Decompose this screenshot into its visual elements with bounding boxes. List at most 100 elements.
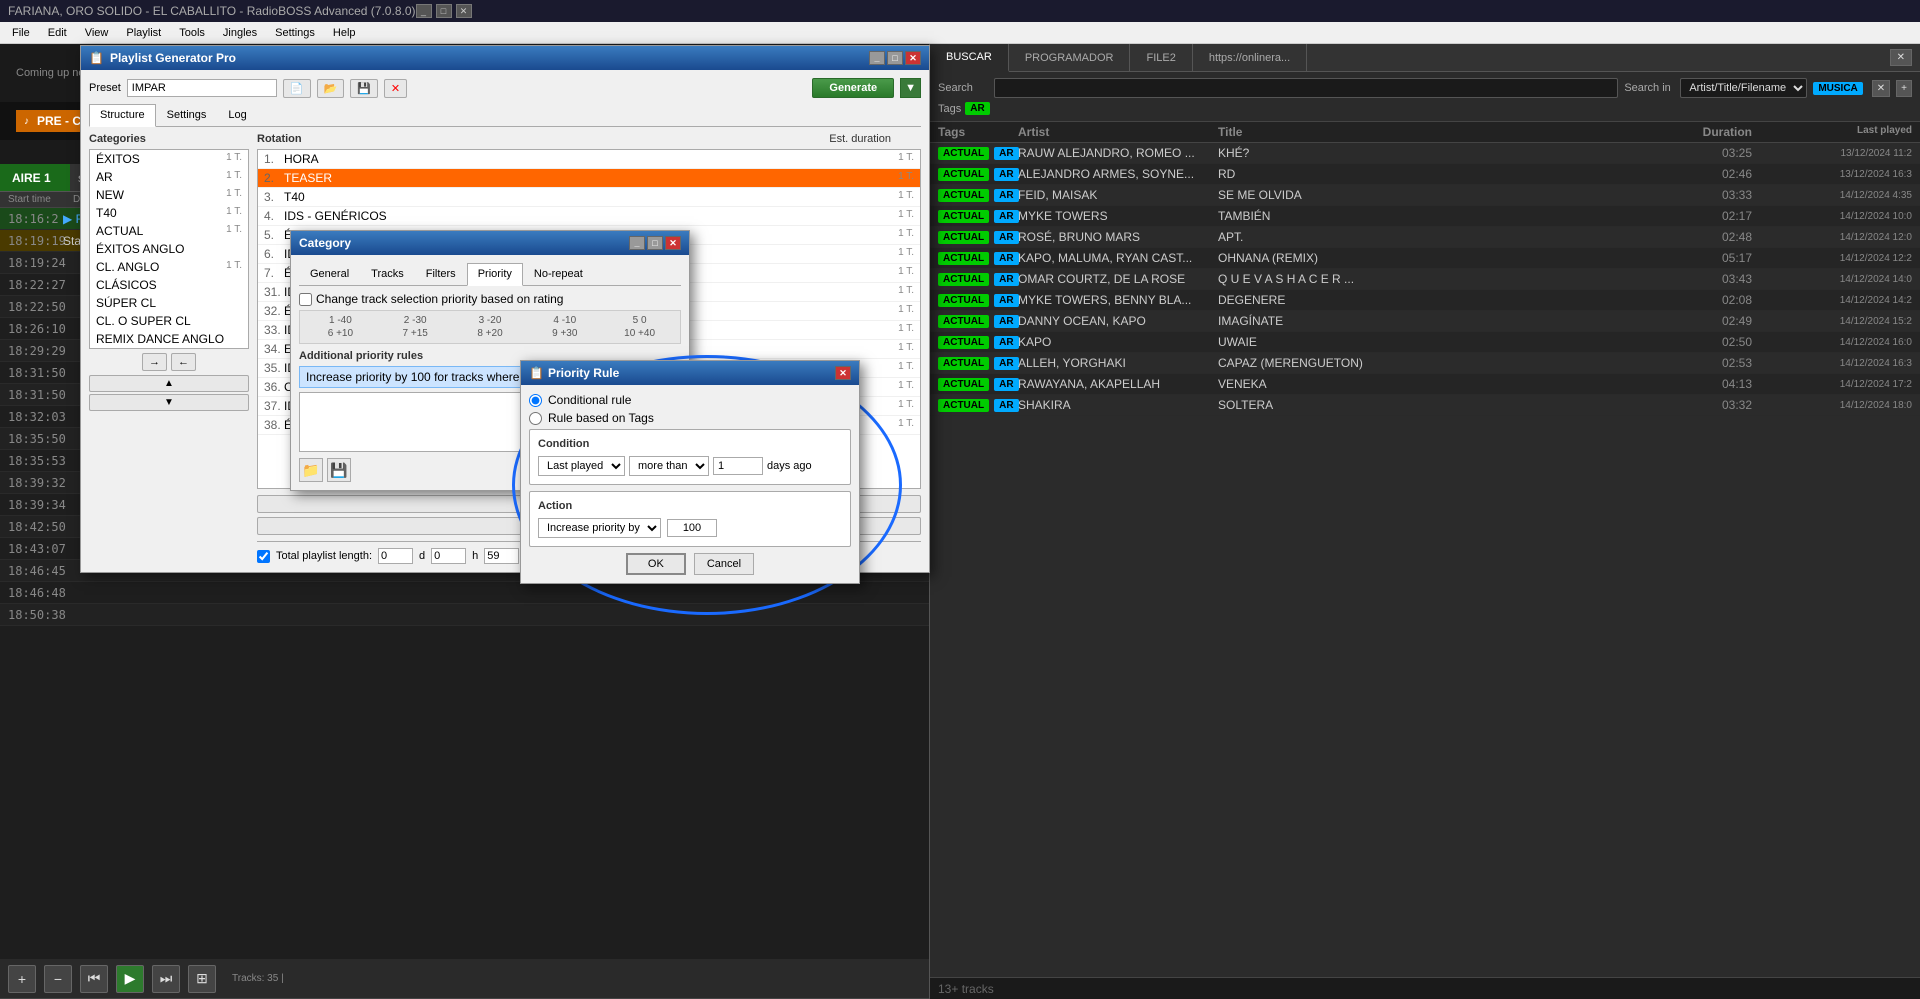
delete-preset-btn[interactable]: ✕ — [384, 79, 407, 98]
save-preset-btn[interactable]: 💾 — [350, 79, 378, 98]
menu-help[interactable]: Help — [325, 25, 364, 41]
tag-ar[interactable]: AR — [965, 102, 989, 115]
cat-remove-btn[interactable]: ← — [171, 353, 196, 371]
condition-field-select[interactable]: Last played — [538, 456, 625, 476]
duration-min-input[interactable] — [484, 548, 519, 564]
preset-input[interactable] — [127, 79, 277, 97]
cat-folder-btn[interactable]: 📁 — [299, 458, 323, 482]
track-row[interactable]: ACTUAL AR KAPO UWAIE 02:50 14/12/2024 16… — [930, 332, 1920, 353]
condition-value-input[interactable] — [713, 457, 763, 475]
category-item[interactable]: ÉXITOS1 T. — [90, 150, 248, 168]
rotation-row[interactable]: 3. T40 1 T. — [258, 188, 920, 207]
conditional-radio[interactable] — [529, 394, 542, 407]
cat-tab-general[interactable]: General — [299, 263, 360, 285]
playlist-row[interactable]: 18:50:38 — [0, 604, 929, 626]
cat-tab-priority[interactable]: Priority — [467, 263, 523, 286]
track-row[interactable]: ACTUAL AR ALLEH, YORGHAKI CAPAZ (MERENGU… — [930, 353, 1920, 374]
duration-days-input[interactable] — [378, 548, 413, 564]
tab-online[interactable]: https://onlinera... — [1193, 44, 1307, 71]
x-btn[interactable]: ✕ — [1890, 49, 1912, 66]
track-row[interactable]: ACTUAL AR MYKE TOWERS TAMBIÉN 02:17 14/1… — [930, 206, 1920, 227]
next-btn[interactable]: ⏭ — [152, 965, 180, 993]
cat-tab-tracks[interactable]: Tracks — [360, 263, 415, 285]
menu-file[interactable]: File — [4, 25, 38, 41]
condition-op-select[interactable]: more than — [629, 456, 709, 476]
plgen-maximize[interactable]: □ — [887, 51, 903, 65]
cat-tab-norepeat[interactable]: No-repeat — [523, 263, 594, 285]
playlist-row[interactable]: 18:46:48 — [0, 582, 929, 604]
track-row[interactable]: ACTUAL AR SHAKIRA SOLTERA 03:32 14/12/20… — [930, 395, 1920, 416]
total-length-checkbox[interactable] — [257, 550, 270, 563]
search-in-select[interactable]: Artist/Title/Filename — [1680, 78, 1807, 98]
category-item[interactable]: CLÁSICOS — [90, 276, 248, 294]
menu-settings[interactable]: Settings — [267, 25, 323, 41]
close-filter-btn[interactable]: ✕ — [1872, 80, 1890, 97]
category-item[interactable]: NEW1 T. — [90, 186, 248, 204]
export-list-btn[interactable]: ⊞ — [188, 965, 216, 993]
tab-file2[interactable]: FILE2 — [1130, 44, 1192, 71]
search-input[interactable] — [994, 78, 1618, 98]
track-row[interactable]: ACTUAL AR ALEJANDRO ARMES, SOYNE... RD 0… — [930, 164, 1920, 185]
priority-rating-checkbox[interactable] — [299, 293, 312, 306]
generate-dropdown-btn[interactable]: ▼ — [900, 78, 921, 98]
cat-add-btn[interactable]: → — [142, 353, 167, 371]
duration-hours-input[interactable] — [431, 548, 466, 564]
track-row[interactable]: ACTUAL AR MYKE TOWERS, BENNY BLA... DEGE… — [930, 290, 1920, 311]
track-row[interactable]: ACTUAL AR FEID, MAISAK SE ME OLVIDA 03:3… — [930, 185, 1920, 206]
menu-view[interactable]: View — [77, 25, 117, 41]
cat-up-btn[interactable]: ▲ — [89, 375, 249, 392]
plgen-tab-settings[interactable]: Settings — [156, 104, 218, 126]
plgen-close[interactable]: ✕ — [905, 51, 921, 65]
maximize-btn[interactable]: □ — [436, 4, 452, 18]
menu-playlist[interactable]: Playlist — [118, 25, 169, 41]
tab-programador[interactable]: PROGRAMADOR — [1009, 44, 1131, 71]
rotation-row[interactable]: 2. TEASER 1 T. — [258, 169, 920, 188]
cat-dialog-close[interactable]: ✕ — [665, 236, 681, 250]
category-list[interactable]: ÉXITOS1 T.AR1 T.NEW1 T.T401 T.ACTUAL1 T.… — [89, 149, 249, 349]
plgen-tab-structure[interactable]: Structure — [89, 104, 156, 127]
prev-btn[interactable]: ⏮ — [80, 965, 108, 993]
category-item[interactable]: CL. O SUPER CL — [90, 312, 248, 330]
action-value-input[interactable] — [667, 519, 717, 537]
ok-button[interactable]: OK — [626, 553, 686, 575]
cat-down-btn[interactable]: ▼ — [89, 394, 249, 411]
tab-buscar[interactable]: BUSCAR — [930, 44, 1009, 72]
track-row[interactable]: ACTUAL AR RAWAYANA, AKAPELLAH VENEKA 04:… — [930, 374, 1920, 395]
category-item[interactable]: SÚPER CL — [90, 294, 248, 312]
menu-edit[interactable]: Edit — [40, 25, 75, 41]
priority-rule-close[interactable]: ✕ — [835, 366, 851, 380]
add-track-btn[interactable]: + — [8, 965, 36, 993]
cat-tab-filters[interactable]: Filters — [415, 263, 467, 285]
rotation-row[interactable]: 4. IDS - GENÉRICOS 1 T. — [258, 207, 920, 226]
track-row[interactable]: ACTUAL AR DANNY OCEAN, KAPO IMAGÍNATE 02… — [930, 311, 1920, 332]
plgen-tab-log[interactable]: Log — [217, 104, 257, 126]
plgen-minimize[interactable]: _ — [869, 51, 885, 65]
tags-radio[interactable] — [529, 412, 542, 425]
category-item[interactable]: EXITO ANGLO, REMIX ANGLO(DANCE) — [90, 348, 248, 349]
generate-btn[interactable]: Generate — [812, 78, 894, 98]
menu-jingles[interactable]: Jingles — [215, 25, 265, 41]
cancel-button[interactable]: Cancel — [694, 553, 754, 575]
cat-dialog-maximize[interactable]: □ — [647, 236, 663, 250]
minimize-btn[interactable]: _ — [416, 4, 432, 18]
play-btn[interactable]: ▶ — [116, 965, 144, 993]
category-item[interactable]: ÉXITOS ANGLO — [90, 240, 248, 258]
category-item[interactable]: T401 T. — [90, 204, 248, 222]
action-field-select[interactable]: Increase priority by — [538, 518, 661, 538]
track-row[interactable]: ACTUAL AR ROSÉ, BRUNO MARS APT. 02:48 14… — [930, 227, 1920, 248]
new-preset-btn[interactable]: 📄 — [283, 79, 311, 98]
category-item[interactable]: CL. ANGLO1 T. — [90, 258, 248, 276]
category-item[interactable]: AR1 T. — [90, 168, 248, 186]
rotation-row[interactable]: 1. HORA 1 T. — [258, 150, 920, 169]
cat-dialog-minimize[interactable]: _ — [629, 236, 645, 250]
open-preset-btn[interactable]: 📂 — [317, 79, 345, 98]
track-row[interactable]: ACTUAL AR KAPO, MALUMA, RYAN CAST... OHN… — [930, 248, 1920, 269]
menu-tools[interactable]: Tools — [171, 25, 213, 41]
track-row[interactable]: ACTUAL AR OMAR COURTZ, DE LA ROSE Q U E … — [930, 269, 1920, 290]
remove-track-btn[interactable]: − — [44, 965, 72, 993]
add-filter-btn[interactable]: + — [1896, 80, 1912, 97]
track-row[interactable]: ACTUAL AR RAUW ALEJANDRO, ROMEO ... KHÉ?… — [930, 143, 1920, 164]
cat-save-small-btn[interactable]: 💾 — [327, 458, 351, 482]
category-item[interactable]: REMIX DANCE ANGLO — [90, 330, 248, 348]
close-btn[interactable]: ✕ — [456, 4, 472, 18]
